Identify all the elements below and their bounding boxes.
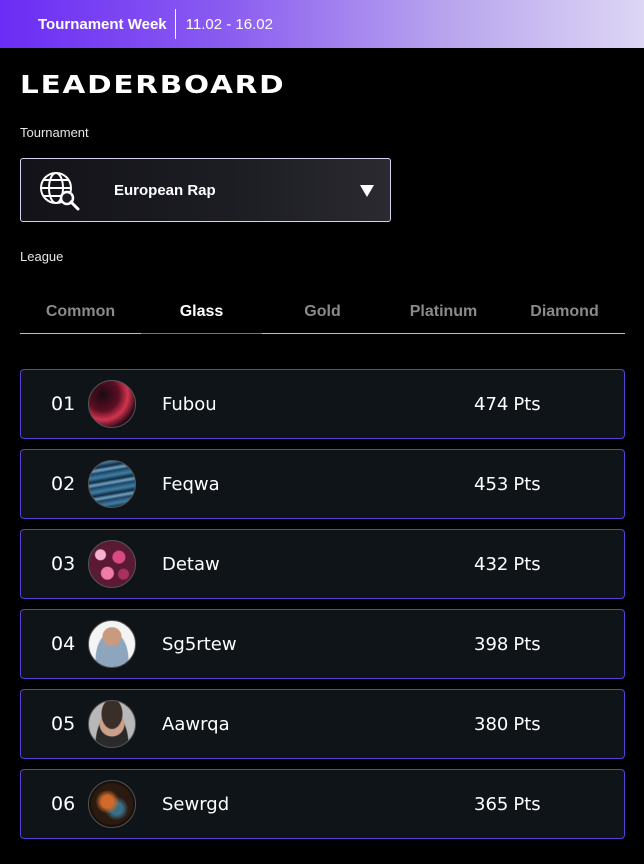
- rank: 05: [51, 713, 76, 735]
- points-unit: Pts: [513, 793, 541, 815]
- leaderboard-row[interactable]: 05 Aawrqa 380 Pts: [20, 689, 625, 759]
- tab-diamond[interactable]: Diamond: [504, 292, 625, 333]
- divider: [174, 9, 176, 39]
- points-value: 474: [474, 393, 509, 415]
- avatar: [88, 460, 136, 508]
- tournament-select[interactable]: European Rap: [20, 158, 391, 222]
- points-unit: Pts: [513, 633, 541, 655]
- avatar: [88, 620, 136, 668]
- avatar: [88, 780, 136, 828]
- player-points: 365 Pts: [474, 794, 541, 815]
- league-label: League: [20, 249, 64, 264]
- avatar: [88, 540, 136, 588]
- player-name: Feqwa: [162, 473, 220, 495]
- event-title: Tournament Week: [38, 15, 167, 33]
- tab-glass[interactable]: Glass: [141, 292, 262, 334]
- points-value: 453: [474, 473, 509, 495]
- player-points: 474 Pts: [474, 394, 541, 415]
- tournament-selected-value: European Rap: [114, 181, 216, 199]
- avatar: [88, 700, 136, 748]
- points-unit: Pts: [513, 713, 541, 735]
- event-dates: 11.02 - 16.02: [185, 15, 273, 33]
- leaderboard-row[interactable]: 06 Sewrgd 365 Pts: [20, 769, 625, 839]
- caret-down-icon: [360, 185, 374, 197]
- tab-gold[interactable]: Gold: [262, 292, 383, 333]
- tab-common[interactable]: Common: [20, 292, 141, 333]
- leaderboard-row[interactable]: 01 Fubou 474 Pts: [20, 369, 625, 439]
- avatar: [88, 380, 136, 428]
- rank: 03: [51, 553, 76, 575]
- leaderboard-list: 01 Fubou 474 Pts 02 Feqwa 453 Pts 03 Detaw…: [20, 369, 625, 849]
- page-title: LEADERBOARD: [20, 70, 286, 99]
- player-name: Detaw: [162, 553, 220, 575]
- leaderboard-row[interactable]: 04 Sg5rtew 398 Pts: [20, 609, 625, 679]
- rank: 01: [51, 393, 76, 415]
- leaderboard-row[interactable]: 02 Feqwa 453 Pts: [20, 449, 625, 519]
- player-points: 398 Pts: [474, 634, 541, 655]
- points-value: 365: [474, 793, 509, 815]
- player-name: Sg5rtew: [162, 633, 237, 655]
- points-value: 380: [474, 713, 509, 735]
- leaderboard-row[interactable]: 03 Detaw 432 Pts: [20, 529, 625, 599]
- player-name: Aawrqa: [162, 713, 230, 735]
- rank: 06: [51, 793, 76, 815]
- player-points: 432 Pts: [474, 554, 541, 575]
- points-unit: Pts: [513, 393, 541, 415]
- points-unit: Pts: [513, 553, 541, 575]
- player-name: Sewrgd: [162, 793, 230, 815]
- globe-search-icon: [40, 172, 80, 211]
- rank: 02: [51, 473, 76, 495]
- points-unit: Pts: [513, 473, 541, 495]
- player-name: Fubou: [162, 393, 217, 415]
- rank: 04: [51, 633, 76, 655]
- tab-platinum[interactable]: Platinum: [383, 292, 504, 333]
- tournament-label: Tournament: [20, 125, 89, 140]
- league-tabs: Common Glass Gold Platinum Diamond: [20, 292, 625, 334]
- player-points: 380 Pts: [474, 714, 541, 735]
- player-points: 453 Pts: [474, 474, 541, 495]
- points-value: 432: [474, 553, 509, 575]
- points-value: 398: [474, 633, 509, 655]
- tournament-week-banner: Tournament Week 11.02 - 16.02: [0, 0, 644, 48]
